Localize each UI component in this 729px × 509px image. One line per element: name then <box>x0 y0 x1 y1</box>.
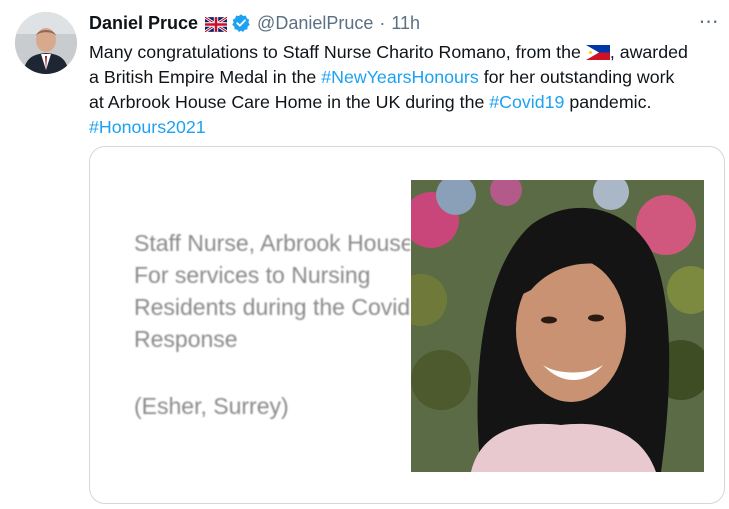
tweet-text-segment: at Arbrook House Care Home in the UK dur… <box>89 92 490 112</box>
tweet-line-1: Many congratulations to Staff Nurse Char… <box>89 40 719 65</box>
document-line: For services to Nursing <box>134 262 371 288</box>
tweet-line-3: at Arbrook House Care Home in the UK dur… <box>89 90 719 115</box>
tweet-text-segment: , awarded <box>609 42 688 62</box>
document-line: Staff Nurse, Arbrook House <box>134 230 410 256</box>
author-handle[interactable]: @DanielPruce <box>257 13 373 34</box>
tweet-text-segment: for her outstanding work <box>478 67 675 87</box>
author-name[interactable]: Daniel Pruce <box>89 13 198 34</box>
more-options-icon[interactable]: ⋯ <box>695 10 723 33</box>
verified-badge-icon <box>231 13 251 33</box>
tweet-header: Daniel Pruce @DanielPruce · 11h <box>89 12 420 34</box>
avatar[interactable] <box>15 12 77 74</box>
philippines-flag-icon <box>585 42 610 60</box>
hashtag-link[interactable]: #Covid19 <box>489 92 564 112</box>
hashtag-link[interactable]: #Honours2021 <box>89 117 206 137</box>
tweet-timestamp[interactable]: 11h <box>391 13 420 34</box>
document-line: Residents during the Covid <box>134 294 410 320</box>
document-line: Response <box>134 326 238 352</box>
document-location: (Esher, Surrey) <box>134 393 289 419</box>
tweet-text-segment: pandemic. <box>564 92 652 112</box>
tweet: Daniel Pruce @DanielPruce · 11h ⋯ Many c… <box>0 0 729 509</box>
separator-dot: · <box>379 12 386 33</box>
tweet-line-4: #Honours2021 <box>89 115 719 140</box>
tweet-text-segment: Many congratulations to Staff Nurse Char… <box>89 42 586 62</box>
portrait-photo <box>411 180 704 472</box>
uk-flag-icon <box>204 15 228 33</box>
tweet-media-image[interactable]: Staff Nurse, Arbrook House For services … <box>89 146 725 504</box>
hashtag-link[interactable]: #NewYearsHonours <box>321 67 479 87</box>
document-text: Staff Nurse, Arbrook House For services … <box>134 227 410 355</box>
tweet-text: Many congratulations to Staff Nurse Char… <box>89 40 719 140</box>
tweet-text-segment: a British Empire Medal in the <box>89 67 322 87</box>
tweet-line-2: a British Empire Medal in the #NewYearsH… <box>89 65 719 90</box>
